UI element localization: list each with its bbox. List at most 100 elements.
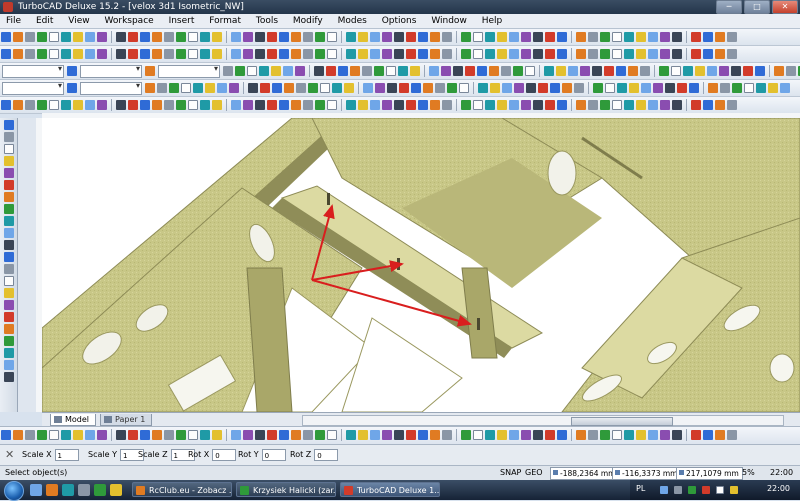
toolbar-tool-icon[interactable] <box>97 32 107 42</box>
toolbar-tool-icon[interactable] <box>612 49 622 59</box>
toolbar-tool-icon[interactable] <box>212 49 222 59</box>
left-tool-icon[interactable] <box>3 216 14 226</box>
toolbar-tool-icon[interactable] <box>473 32 483 42</box>
toolbar-tool-icon[interactable] <box>73 49 83 59</box>
toolbar-tool-icon[interactable] <box>25 100 35 110</box>
toolbar-tool-icon[interactable] <box>406 32 416 42</box>
toolbar-tool-icon[interactable] <box>279 430 289 440</box>
toolbar-tool-icon[interactable] <box>550 83 560 93</box>
left-tool-icon[interactable] <box>3 360 14 370</box>
toolbar-tool-icon[interactable] <box>346 32 356 42</box>
toolbar-tool-icon[interactable] <box>703 49 713 59</box>
toolbar-tool-icon[interactable] <box>418 100 428 110</box>
toolbar-tool-icon[interactable] <box>1 100 11 110</box>
toolbar-tool-icon[interactable] <box>169 83 179 93</box>
toolbar-tool-icon[interactable] <box>465 66 475 76</box>
toolbar-tool-icon[interactable] <box>442 49 452 59</box>
toolbar-tool-icon[interactable] <box>315 49 325 59</box>
toolbar-tool-icon[interactable] <box>85 49 95 59</box>
toolbar-tool-icon[interactable] <box>557 32 567 42</box>
taskbar-button-turbocad[interactable]: TurboCAD Deluxe 1... <box>340 482 440 497</box>
toolbar-tool-icon[interactable] <box>447 83 457 93</box>
toolbar-tool-icon[interactable] <box>727 32 737 42</box>
toolbar-tool-icon[interactable] <box>624 49 634 59</box>
toolbar-tool-icon[interactable] <box>732 83 742 93</box>
toolbar-tool-icon[interactable] <box>580 66 590 76</box>
toolbar-dropdown[interactable] <box>158 64 220 78</box>
toolbar-tool-icon[interactable] <box>255 430 265 440</box>
toolbar-tool-icon[interactable] <box>485 49 495 59</box>
quicklaunch-skype-icon[interactable] <box>94 484 106 496</box>
toolbar-tool-icon[interactable] <box>73 32 83 42</box>
toolbar-tool-icon[interactable] <box>545 100 555 110</box>
toolbar-tool-icon[interactable] <box>660 32 670 42</box>
toolbar-tool-icon[interactable] <box>97 100 107 110</box>
toolbar-tool-icon[interactable] <box>576 32 586 42</box>
tray-power-icon[interactable] <box>730 486 738 494</box>
toolbar-tool-icon[interactable] <box>231 100 241 110</box>
toolbar-tool-icon[interactable] <box>521 100 531 110</box>
toolbar-tool-icon[interactable] <box>430 32 440 42</box>
toolbar-tool-icon[interactable] <box>600 49 610 59</box>
menu-edit[interactable]: Edit <box>30 14 59 28</box>
toolbar-tool-icon[interactable] <box>485 100 495 110</box>
toolbar-tool-icon[interactable] <box>410 66 420 76</box>
toolbar-tool-icon[interactable] <box>346 430 356 440</box>
toolbar-tool-icon[interactable] <box>576 49 586 59</box>
toolbar-tool-icon[interactable] <box>382 100 392 110</box>
toolbar-tool-icon[interactable] <box>382 32 392 42</box>
toolbar-tool-icon[interactable] <box>672 430 682 440</box>
toolbar-tool-icon[interactable] <box>303 100 313 110</box>
toolbar-tool-icon[interactable] <box>61 430 71 440</box>
left-tool-icon[interactable] <box>3 204 14 214</box>
toolbar-tool-icon[interactable] <box>267 32 277 42</box>
toolbar-tool-icon[interactable] <box>176 430 186 440</box>
left-tool-icon[interactable] <box>3 264 14 274</box>
toolbar-tool-icon[interactable] <box>338 66 348 76</box>
toolbar-tool-icon[interactable] <box>604 66 614 76</box>
toolbar-tool-icon[interactable] <box>116 32 126 42</box>
toolbar-tool-icon[interactable] <box>243 32 253 42</box>
horizontal-scrollbar-thumb[interactable] <box>571 417 673 426</box>
toolbar-tool-icon[interactable] <box>382 49 392 59</box>
toolbar-tool-icon[interactable] <box>25 32 35 42</box>
left-tool-icon[interactable] <box>3 324 14 334</box>
toolbar-tool-icon[interactable] <box>327 49 337 59</box>
toolbar-tool-icon[interactable] <box>229 83 239 93</box>
toolbar-tool-icon[interactable] <box>497 49 507 59</box>
language-indicator[interactable]: PL <box>636 484 645 493</box>
toolbar-tool-icon[interactable] <box>588 430 598 440</box>
toolbar-tool-icon[interactable] <box>418 430 428 440</box>
toolbar-tool-icon[interactable] <box>576 100 586 110</box>
toolbar-tool-icon[interactable] <box>640 66 650 76</box>
close-button[interactable]: ✕ <box>772 0 798 14</box>
toolbar-tool-icon[interactable] <box>624 100 634 110</box>
toolbar-tool-icon[interactable] <box>314 66 324 76</box>
toolbar-tool-icon[interactable] <box>786 66 796 76</box>
toolbar-tool-icon[interactable] <box>13 100 23 110</box>
quicklaunch-app-icon[interactable] <box>78 484 90 496</box>
toolbar-tool-icon[interactable] <box>145 83 155 93</box>
geo-toggle[interactable]: GEO <box>525 466 543 480</box>
rot-z-input[interactable]: 0 <box>314 448 339 461</box>
toolbar-tool-icon[interactable] <box>708 83 718 93</box>
toolbar-tool-icon[interactable] <box>315 100 325 110</box>
toolbar-tool-icon[interactable] <box>85 32 95 42</box>
toolbar-tool-icon[interactable] <box>176 32 186 42</box>
toolbar-tool-icon[interactable] <box>665 83 675 93</box>
toolbar-tool-icon[interactable] <box>49 430 59 440</box>
toolbar-tool-icon[interactable] <box>188 100 198 110</box>
toolbar-tool-icon[interactable] <box>303 430 313 440</box>
toolbar-tool-icon[interactable] <box>624 430 634 440</box>
toolbar-tool-icon[interactable] <box>703 32 713 42</box>
toolbar-tool-icon[interactable] <box>544 66 554 76</box>
toolbar-tool-icon[interactable] <box>394 49 404 59</box>
toolbar-tool-icon[interactable] <box>97 430 107 440</box>
toolbar-tool-icon[interactable] <box>260 83 270 93</box>
toolbar-tool-icon[interactable] <box>61 32 71 42</box>
toolbar-tool-icon[interactable] <box>370 32 380 42</box>
menu-modify[interactable]: Modify <box>287 14 329 28</box>
toolbar-tool-icon[interactable] <box>429 66 439 76</box>
toolbar-tool-icon[interactable] <box>37 32 47 42</box>
toolbar-tool-icon[interactable] <box>545 49 555 59</box>
